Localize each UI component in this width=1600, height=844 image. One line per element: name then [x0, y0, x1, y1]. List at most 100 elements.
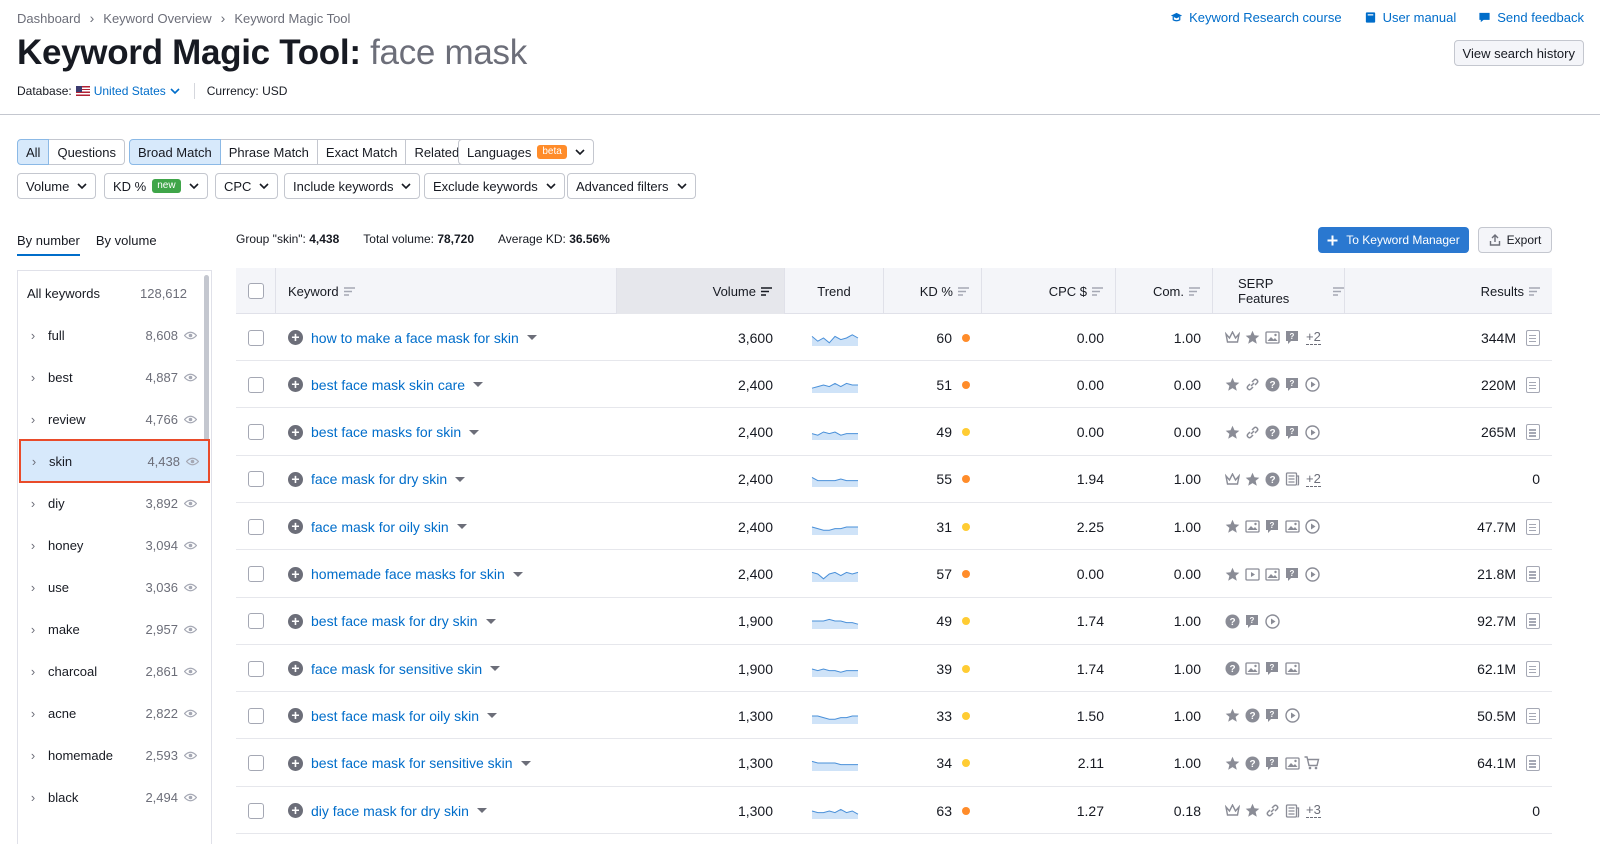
- serp-document-icon[interactable]: [1526, 755, 1540, 772]
- chevron-right-icon[interactable]: ›: [18, 538, 48, 553]
- row-checkbox[interactable]: [248, 424, 264, 441]
- add-keyword-icon[interactable]: +: [288, 519, 303, 535]
- sidebar-group-review[interactable]: › review 4,766: [18, 397, 208, 441]
- question-icon[interactable]: ?: [1224, 613, 1240, 629]
- caret-down-icon[interactable]: [476, 808, 487, 813]
- add-keyword-icon[interactable]: +: [288, 803, 303, 818]
- video-icon[interactable]: [1304, 519, 1320, 535]
- serp-document-icon[interactable]: [1526, 660, 1540, 677]
- row-checkbox[interactable]: [248, 660, 264, 677]
- faq-icon[interactable]: ?: [1284, 377, 1300, 393]
- keyword-link[interactable]: + face mask for sensitive skin: [288, 661, 501, 677]
- serp-features-column-header[interactable]: SERP Features: [1213, 268, 1345, 314]
- star-icon[interactable]: [1224, 377, 1240, 393]
- eye-icon[interactable]: [183, 412, 198, 427]
- video-box-icon[interactable]: [1244, 566, 1260, 582]
- select-all-checkbox[interactable]: [247, 283, 264, 299]
- image-icon[interactable]: [1284, 519, 1300, 535]
- keyword-link[interactable]: + homemade face masks for skin: [288, 566, 523, 582]
- news-icon[interactable]: [1284, 803, 1300, 819]
- star-icon[interactable]: [1224, 755, 1240, 771]
- caret-down-icon[interactable]: [455, 476, 466, 482]
- kd-column-header[interactable]: KD %: [884, 268, 982, 314]
- chevron-right-icon[interactable]: ›: [18, 496, 48, 511]
- image-icon[interactable]: [1244, 661, 1260, 677]
- image-icon[interactable]: [1244, 519, 1260, 535]
- broad-match-toggle[interactable]: Broad Match: [129, 139, 221, 165]
- include-keywords-filter[interactable]: Include keywords: [284, 173, 421, 199]
- serp-document-icon[interactable]: [1526, 424, 1540, 441]
- caret-down-icon[interactable]: [473, 382, 484, 388]
- chevron-right-icon[interactable]: ›: [18, 328, 48, 343]
- caret-down-icon[interactable]: [526, 335, 537, 340]
- chevron-right-icon[interactable]: ›: [18, 748, 48, 763]
- exclude-keywords-filter[interactable]: Exclude keywords: [424, 173, 565, 199]
- com-column-header[interactable]: Com.: [1116, 268, 1213, 314]
- cart-icon[interactable]: [1304, 755, 1320, 771]
- caret-down-icon[interactable]: [485, 618, 496, 624]
- keyword-link[interactable]: + diy face mask for dry skin: [288, 803, 487, 819]
- add-keyword-icon[interactable]: +: [288, 708, 303, 724]
- add-keyword-icon[interactable]: +: [288, 330, 303, 345]
- caret-down-icon[interactable]: [469, 429, 480, 435]
- keyword-text[interactable]: best face masks for skin: [311, 424, 461, 440]
- eye-icon[interactable]: [183, 790, 198, 805]
- advanced-filters-dropdown[interactable]: Advanced filters: [567, 173, 696, 199]
- languages-dropdown[interactable]: Languages beta: [458, 139, 594, 165]
- serp-document-icon[interactable]: [1526, 613, 1540, 630]
- row-checkbox[interactable]: [248, 755, 264, 772]
- keyword-column-header[interactable]: Keyword: [276, 268, 616, 314]
- row-checkbox[interactable]: [248, 376, 264, 393]
- chevron-right-icon[interactable]: ›: [18, 412, 48, 427]
- row-checkbox[interactable]: [248, 329, 264, 346]
- video-icon[interactable]: [1304, 566, 1320, 582]
- chevron-right-icon[interactable]: ›: [18, 706, 48, 721]
- view-search-history-button[interactable]: View search history: [1453, 40, 1584, 66]
- row-checkbox[interactable]: [248, 518, 264, 535]
- chevron-right-icon[interactable]: ›: [18, 664, 48, 679]
- caret-down-icon[interactable]: [487, 713, 498, 719]
- row-checkbox[interactable]: [248, 471, 264, 488]
- eye-icon[interactable]: [183, 622, 198, 637]
- faq-icon[interactable]: ?: [1284, 424, 1300, 440]
- keyword-link[interactable]: + face mask for oily skin: [288, 519, 467, 535]
- star-icon[interactable]: [1244, 803, 1260, 819]
- keyword-research-course-link[interactable]: Keyword Research course: [1170, 10, 1342, 25]
- chevron-right-icon[interactable]: ›: [18, 580, 48, 595]
- video-icon[interactable]: [1304, 424, 1320, 440]
- sidebar-group-acne[interactable]: › acne 2,822: [18, 691, 208, 735]
- video-icon[interactable]: [1264, 613, 1280, 629]
- keyword-text[interactable]: face mask for dry skin: [311, 471, 447, 487]
- keyword-text[interactable]: best face mask for dry skin: [311, 613, 478, 629]
- keyword-link[interactable]: + best face mask for oily skin: [288, 708, 498, 724]
- star-icon[interactable]: [1224, 424, 1240, 440]
- caret-down-icon[interactable]: [456, 524, 467, 530]
- link-icon[interactable]: [1264, 803, 1280, 819]
- sidebar-group-skin[interactable]: › skin 4,438: [19, 439, 210, 483]
- eye-icon[interactable]: [183, 664, 198, 679]
- eye-icon[interactable]: [183, 496, 198, 511]
- sidebar-group-best[interactable]: › best 4,887: [18, 355, 208, 399]
- image-icon[interactable]: [1284, 661, 1300, 677]
- faq-icon[interactable]: ?: [1244, 613, 1260, 629]
- keyword-link[interactable]: + how to make a face mask for skin: [288, 330, 537, 346]
- eye-icon[interactable]: [183, 706, 198, 721]
- more-serp-features-link[interactable]: +2: [1306, 471, 1321, 487]
- cpc-filter[interactable]: CPC: [215, 173, 279, 199]
- keyword-text[interactable]: homemade face masks for skin: [311, 566, 505, 582]
- add-keyword-icon[interactable]: +: [288, 471, 303, 487]
- keyword-text[interactable]: face mask for oily skin: [311, 519, 449, 535]
- volume-filter[interactable]: Volume: [17, 173, 97, 199]
- star-icon[interactable]: [1224, 708, 1240, 724]
- eye-icon[interactable]: [185, 454, 200, 469]
- question-icon[interactable]: ?: [1264, 471, 1280, 487]
- keyword-link[interactable]: + best face masks for skin: [288, 424, 480, 440]
- tab-by-number[interactable]: By number: [17, 233, 80, 256]
- database-selector[interactable]: United States: [94, 84, 180, 98]
- kd-filter[interactable]: KD % new: [104, 173, 208, 199]
- question-icon[interactable]: ?: [1224, 661, 1240, 677]
- question-icon[interactable]: ?: [1264, 377, 1280, 393]
- caret-down-icon[interactable]: [512, 571, 523, 577]
- add-keyword-icon[interactable]: +: [288, 755, 303, 771]
- crown-icon[interactable]: [1224, 330, 1240, 346]
